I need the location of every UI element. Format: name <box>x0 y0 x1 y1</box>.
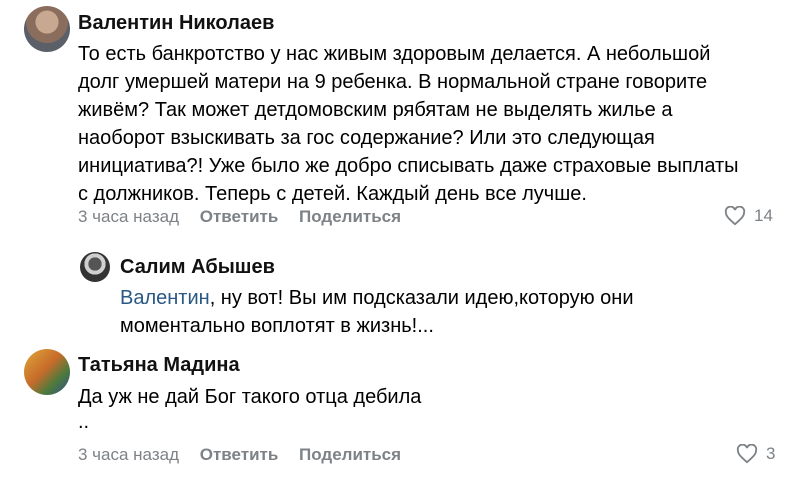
comment-text-line: долг умершей матери на 9 ребенка. В норм… <box>78 71 708 93</box>
comment-text-line: живём? Так может детдомовским рябятам не… <box>78 99 673 121</box>
reply-button[interactable]: Ответить <box>200 445 279 464</box>
comment-text: Да уж не дай Бог такого отца дебила .. <box>78 383 421 433</box>
comment-meta: 3 часа назад Ответить Поделиться <box>78 445 417 465</box>
heart-outline-icon <box>724 206 746 226</box>
comment-author[interactable]: Салим Абышев <box>120 256 275 279</box>
comment-text-line: Да уж не дай Бог такого отца дебила <box>78 386 422 408</box>
comment-text: Валентин, ну вот! Вы им подсказали идею,… <box>120 284 634 340</box>
heart-outline-icon <box>736 444 758 464</box>
comment-text-line: наоборот взыскивать за гос содержание? И… <box>78 127 655 149</box>
comment-text-fragment: , ну вот! Вы им подсказали идею,которую … <box>209 287 634 309</box>
comment-text-line: с должников. Теперь с детей. Каждый день… <box>78 183 587 205</box>
comment-timestamp[interactable]: 3 часа назад <box>78 207 179 226</box>
comment-text-line: Валентин, ну вот! Вы им подсказали идею,… <box>120 284 634 312</box>
avatar[interactable] <box>80 252 110 282</box>
avatar[interactable] <box>24 6 70 52</box>
comment-text-line: То есть банкротство у нас живым здоровым… <box>78 43 711 65</box>
comment-meta: 3 часа назад Ответить Поделиться <box>78 207 417 227</box>
reply-button[interactable]: Ответить <box>200 207 279 226</box>
like-button[interactable]: 14 <box>724 206 773 226</box>
comment-timestamp[interactable]: 3 часа назад <box>78 445 179 464</box>
avatar[interactable] <box>24 349 70 395</box>
comment-text: То есть банкротство у нас живым здоровым… <box>78 40 739 208</box>
comment-author[interactable]: Татьяна Мадина <box>78 354 240 377</box>
like-count: 3 <box>766 444 776 463</box>
like-count: 14 <box>754 206 773 225</box>
comment-author[interactable]: Валентин Николаев <box>78 12 274 35</box>
share-button[interactable]: Поделиться <box>299 207 401 226</box>
comment-text-line: инициатива?! Уже было же добро списывать… <box>78 155 739 177</box>
comment-text-line: моментально воплотят в жизнь!... <box>120 315 434 337</box>
comment-text-line: .. <box>78 411 90 433</box>
mention-link[interactable]: Валентин <box>120 287 210 309</box>
like-button[interactable]: 3 <box>736 444 775 464</box>
share-button[interactable]: Поделиться <box>299 445 401 464</box>
